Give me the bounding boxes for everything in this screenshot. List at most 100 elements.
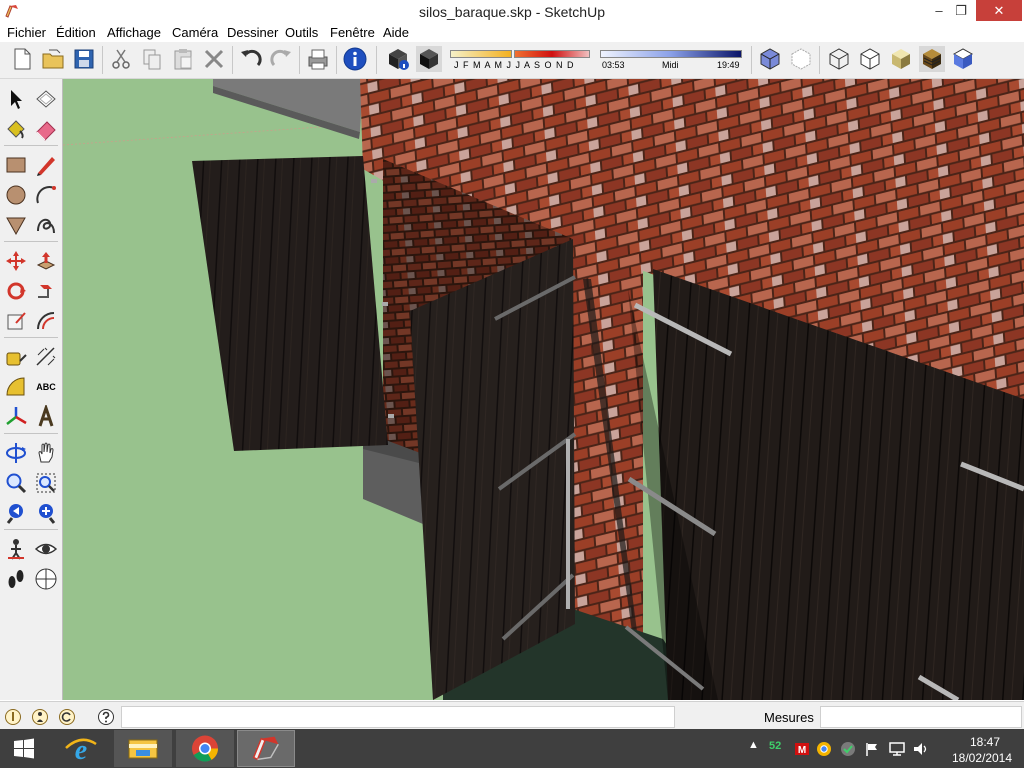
print-icon[interactable] [305,46,331,72]
zoom-window-icon[interactable] [34,471,58,495]
pan-hand-icon[interactable] [34,441,58,465]
menu-aide[interactable]: Aide [383,25,409,40]
3d-text-icon[interactable] [34,405,58,429]
erase-selection-icon[interactable] [201,46,227,72]
antivirus-tray-icon[interactable]: M [794,741,810,757]
redo-icon[interactable] [268,46,294,72]
shaded-style-icon[interactable] [888,46,914,72]
maximize-button[interactable]: ❐ [946,0,976,21]
display-shadows-icon[interactable] [416,46,442,72]
palette-separator [4,241,58,242]
month-slider[interactable]: J F M A M J J A S O N D [450,48,592,72]
dimension-icon[interactable] [34,345,58,369]
sketchup-taskbar-icon[interactable] [237,730,295,767]
menu-affichage[interactable]: Affichage [107,25,161,40]
text-tool-icon[interactable]: ABC [34,375,58,399]
rectangle-icon[interactable] [4,153,28,177]
new-file-icon[interactable] [9,46,35,72]
orbit-icon[interactable] [4,441,28,465]
walk-footprints-icon[interactable] [4,567,28,591]
midday-label: Midi [662,60,679,70]
undo-icon[interactable] [238,46,264,72]
action-center-flag-icon[interactable] [864,741,880,757]
position-camera-icon[interactable] [4,537,28,561]
windows-taskbar: e ▲ 52 M 18:47 18/02/2014 [0,729,1024,768]
network-icon[interactable] [888,741,906,757]
time-slider[interactable]: 03:53 Midi 19:49 [600,48,742,72]
toolbar-separator [376,46,377,74]
palette-separator [4,337,58,338]
rotate-icon[interactable] [4,279,28,303]
account-icon[interactable] [58,708,76,726]
cut-icon[interactable] [108,46,134,72]
wireframe-style-icon[interactable] [826,46,852,72]
palette-separator [4,529,58,530]
palette-separator [4,145,58,146]
clock-date[interactable]: 18/02/2014 [942,751,1022,765]
menu-fichier[interactable]: Fichier [7,25,46,40]
protractor-icon[interactable] [4,375,28,399]
palette-separator [4,433,58,434]
circle-icon[interactable] [4,183,28,207]
monochrome-style-icon[interactable] [950,46,976,72]
chrome-tray-icon[interactable] [816,741,832,757]
hidden-line-style-icon[interactable] [857,46,883,72]
follow-me-icon[interactable] [34,279,58,303]
paint-bucket-icon[interactable] [4,117,28,141]
3d-viewport[interactable] [63,79,1024,700]
open-folder-icon[interactable] [40,46,66,72]
tape-measure-icon[interactable] [4,345,28,369]
close-button[interactable]: ✕ [976,0,1022,21]
tray-badge-counter[interactable]: 52 [769,740,781,756]
toolbar-separator [299,46,300,74]
push-pull-icon[interactable] [34,249,58,273]
offset-icon[interactable] [34,309,58,333]
chrome-icon[interactable] [176,730,234,767]
sunset-time: 19:49 [717,60,740,70]
polygon-icon[interactable] [4,213,28,237]
paste-icon[interactable] [170,46,196,72]
back-edges-style-icon[interactable] [788,46,814,72]
axes-icon[interactable] [4,405,28,429]
menu-camera[interactable]: Caméra [172,25,218,40]
shadow-settings-icon[interactable] [385,46,411,72]
toolbar-separator [232,46,233,74]
file-explorer-icon[interactable] [114,730,172,767]
make-component-icon[interactable] [34,87,58,111]
measures-input[interactable] [820,706,1022,728]
arc-icon[interactable] [34,183,58,207]
xray-style-icon[interactable] [757,46,783,72]
zoom-icon[interactable] [4,471,28,495]
windows-start-icon[interactable] [0,730,48,767]
title-bar: silos_baraque.skp - SketchUp – ❐ ✕ [0,0,1024,23]
pencil-line-icon[interactable] [34,153,58,177]
geolocation-icon[interactable] [4,708,22,726]
help-icon[interactable] [97,708,115,726]
internet-explorer-icon[interactable]: e [52,730,110,767]
eraser-icon[interactable] [34,117,58,141]
model-info-icon[interactable] [342,46,368,72]
save-icon[interactable] [71,46,97,72]
select-arrow-icon[interactable] [4,87,28,111]
section-plane-icon[interactable] [34,567,58,591]
menu-edition[interactable]: Édition [56,25,96,40]
menu-fenetre[interactable]: Fenêtre [330,25,375,40]
shaded-textures-style-icon[interactable] [919,46,945,72]
look-around-icon[interactable] [34,537,58,561]
show-hidden-icons[interactable]: ▲ [748,739,759,755]
move-icon[interactable] [4,249,28,273]
copy-icon[interactable] [139,46,165,72]
clock-time[interactable]: 18:47 [955,735,1015,749]
previous-view-icon[interactable] [4,501,28,525]
menu-dessiner[interactable]: Dessiner [227,25,278,40]
menu-outils[interactable]: Outils [285,25,318,40]
zoom-extents-icon[interactable] [34,501,58,525]
status-message [121,706,675,728]
freehand-icon[interactable] [34,213,58,237]
toolbar-separator [751,46,752,74]
volume-icon[interactable] [912,741,930,757]
credits-icon[interactable] [31,708,49,726]
security-check-tray-icon[interactable] [840,741,856,757]
month-labels: J F M A M J J A S O N D [454,60,575,70]
scale-icon[interactable] [4,309,28,333]
